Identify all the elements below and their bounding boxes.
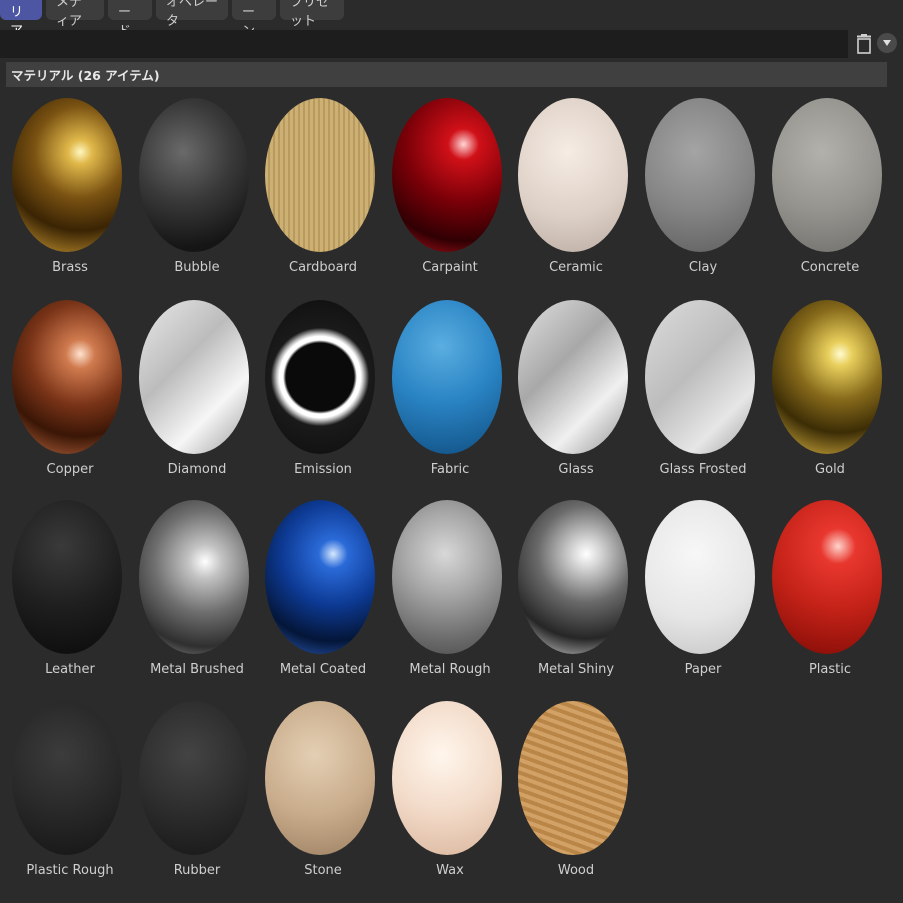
material-preview-sphere xyxy=(518,500,628,654)
material-preview-sphere xyxy=(139,701,249,855)
material-label: Wax xyxy=(436,863,464,878)
tab-3[interactable]: オペレータ xyxy=(156,0,228,29)
tab-0[interactable]: マテリアル xyxy=(0,0,42,58)
material-label: Plastic Rough xyxy=(26,863,114,878)
material-preview-sphere xyxy=(12,500,122,654)
material-preview-sphere xyxy=(12,701,122,855)
material-preview-sphere xyxy=(139,500,249,654)
material-label: Brass xyxy=(52,260,88,275)
material-label: Cardboard xyxy=(289,260,357,275)
material-item-paper[interactable]: Paper xyxy=(636,500,762,690)
material-item-concrete[interactable]: Concrete xyxy=(763,98,889,288)
material-item-plastic-rough[interactable]: Plastic Rough xyxy=(3,701,129,891)
material-label: Clay xyxy=(688,260,718,275)
material-preview-sphere xyxy=(392,98,502,252)
material-preview-sphere xyxy=(12,300,122,454)
chevron-down-icon xyxy=(883,40,891,46)
material-item-glass-frosted[interactable]: Glass Frosted xyxy=(636,300,762,490)
material-item-wood[interactable]: Wood xyxy=(509,701,635,891)
material-preview-sphere xyxy=(392,300,502,454)
section-title: マテリアル (26 アイテム) xyxy=(11,68,160,83)
material-preview-sphere xyxy=(772,500,882,654)
material-item-wax[interactable]: Wax xyxy=(383,701,509,891)
material-label: Concrete xyxy=(800,260,860,275)
material-label: Gold xyxy=(815,462,845,477)
material-label: Metal Shiny xyxy=(537,662,615,677)
material-preview-sphere xyxy=(772,98,882,252)
material-item-fabric[interactable]: Fabric xyxy=(383,300,509,490)
trash-icon xyxy=(857,34,871,54)
material-preview-sphere xyxy=(645,98,755,252)
section-header: マテリアル (26 アイテム) xyxy=(6,62,887,87)
material-preview-sphere xyxy=(265,98,375,252)
material-label: Glass Frosted xyxy=(659,462,747,477)
material-label: Plastic xyxy=(808,662,852,677)
material-item-leather[interactable]: Leather xyxy=(3,500,129,690)
material-item-rubber[interactable]: Rubber xyxy=(130,701,256,891)
material-item-bubble[interactable]: Bubble xyxy=(130,98,256,288)
material-item-metal-shiny[interactable]: Metal Shiny xyxy=(509,500,635,690)
material-label: Wood xyxy=(557,863,595,878)
tab-bar: マテリアルメディアノードオペレータシーンプリセット xyxy=(0,0,903,58)
material-preview-sphere xyxy=(12,98,122,252)
material-label: Metal Brushed xyxy=(150,662,244,677)
material-label: Bubble xyxy=(174,260,220,275)
material-item-brass[interactable]: Brass xyxy=(3,98,129,288)
material-item-metal-coated[interactable]: Metal Coated xyxy=(256,500,382,690)
options-dropdown-button[interactable] xyxy=(877,33,897,53)
search-input[interactable] xyxy=(0,30,848,58)
material-item-gold[interactable]: Gold xyxy=(763,300,889,490)
material-item-clay[interactable]: Clay xyxy=(636,98,762,288)
material-preview-sphere xyxy=(265,701,375,855)
material-preview-sphere xyxy=(392,500,502,654)
material-item-copper[interactable]: Copper xyxy=(3,300,129,490)
material-preview-sphere xyxy=(645,500,755,654)
material-item-diamond[interactable]: Diamond xyxy=(130,300,256,490)
material-preview-sphere xyxy=(265,300,375,454)
material-item-ceramic[interactable]: Ceramic xyxy=(509,98,635,288)
delete-button[interactable] xyxy=(852,32,876,56)
material-preview-sphere xyxy=(139,98,249,252)
material-item-cardboard[interactable]: Cardboard xyxy=(256,98,382,288)
material-label: Diamond xyxy=(167,462,227,477)
material-preview-sphere xyxy=(392,701,502,855)
material-item-plastic[interactable]: Plastic xyxy=(763,500,889,690)
material-label: Carpaint xyxy=(422,260,478,275)
material-label: Metal Rough xyxy=(409,662,491,677)
material-label: Emission xyxy=(294,462,352,477)
material-preview-sphere xyxy=(518,300,628,454)
material-label: Stone xyxy=(304,863,342,878)
material-label: Rubber xyxy=(173,863,221,878)
material-item-carpaint[interactable]: Carpaint xyxy=(383,98,509,288)
material-label: Metal Coated xyxy=(279,662,367,677)
material-preview-sphere xyxy=(518,98,628,252)
tab-2[interactable]: ノード xyxy=(108,0,152,39)
material-label: Glass xyxy=(558,462,594,477)
material-preview-sphere xyxy=(518,701,628,855)
tab-5[interactable]: プリセット xyxy=(280,0,344,29)
tab-4[interactable]: シーン xyxy=(232,0,276,39)
material-item-glass[interactable]: Glass xyxy=(509,300,635,490)
material-preview-sphere xyxy=(772,300,882,454)
material-preview-sphere xyxy=(139,300,249,454)
material-label: Ceramic xyxy=(549,260,603,275)
material-item-metal-brushed[interactable]: Metal Brushed xyxy=(130,500,256,690)
material-item-emission[interactable]: Emission xyxy=(256,300,382,490)
material-preview-sphere xyxy=(265,500,375,654)
material-item-metal-rough[interactable]: Metal Rough xyxy=(383,500,509,690)
material-label: Fabric xyxy=(430,462,470,477)
tab-1[interactable]: メディア xyxy=(46,0,104,29)
material-item-stone[interactable]: Stone xyxy=(256,701,382,891)
material-label: Copper xyxy=(46,462,94,477)
material-label: Paper xyxy=(684,662,722,677)
search-row xyxy=(0,30,903,58)
material-preview-sphere xyxy=(645,300,755,454)
material-label: Leather xyxy=(45,662,95,677)
